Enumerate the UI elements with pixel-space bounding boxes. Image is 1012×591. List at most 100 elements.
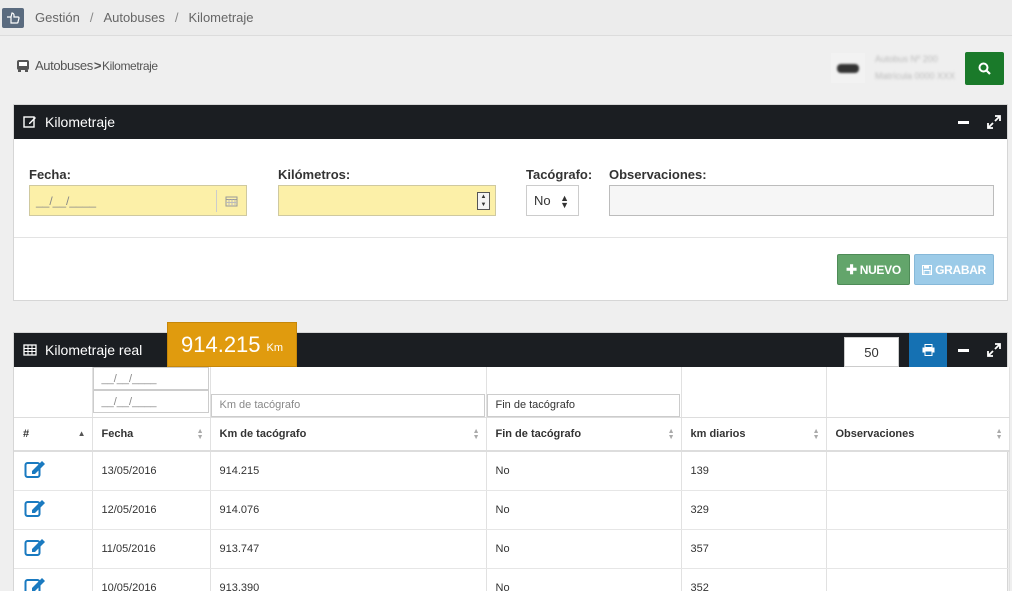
grabar-button[interactable]: GRABAR [914, 254, 994, 285]
observaciones-label: Observaciones: [609, 167, 707, 182]
edit-icon[interactable] [24, 498, 46, 518]
km-total-badge: 914.215 Km [167, 322, 297, 367]
fecha-input-placeholder: __/__/____ [36, 193, 97, 208]
edit-icon[interactable] [24, 459, 46, 479]
row-km: 914.076 [210, 490, 487, 530]
row-diarios: 329 [681, 490, 827, 530]
sort-icon: ▲ ▼ [812, 427, 820, 441]
fin-tacografo-filter[interactable]: Fin de tacógrafo [486, 393, 680, 417]
table-row: 12/05/2016 914.076 No 329 [14, 490, 1010, 530]
table-row: 13/05/2016 914.215 No 139 [14, 451, 1010, 491]
filter-cell-fecha: __/__/____ __/__/____ [92, 367, 211, 418]
nuevo-button[interactable]: ✚ NUEVO [837, 254, 910, 285]
row-edit-cell [14, 451, 93, 491]
filter-cell-fin: Fin de tacógrafo [486, 367, 682, 418]
collapse-icon[interactable] [958, 348, 969, 352]
top-breadcrumb-bar: Gestión / Autobuses / Kilometraje [0, 0, 1012, 36]
page-title: Autobuses > Kilometraje [16, 58, 158, 73]
table-row: 11/05/2016 913.747 No 357 [14, 529, 1010, 569]
row-obs [826, 529, 1010, 569]
filter-cell-obs [826, 367, 1010, 418]
form-panel-title: Kilometraje [45, 114, 116, 130]
form-fields: Fecha: __/__/____ Kilómetros: ▲ ▼ Tacógra… [14, 139, 1007, 238]
form-panel-header: Kilometraje [14, 105, 1007, 139]
subheader-crumb-kilometraje: Kilometraje [102, 58, 158, 73]
fecha-label: Fecha: [29, 167, 71, 182]
page-size-input[interactable]: 50 [844, 337, 899, 367]
filter-cell-diarios [681, 367, 827, 418]
row-edit-cell [14, 529, 93, 569]
collapse-icon[interactable] [958, 120, 969, 124]
tacografo-select-value: No [534, 193, 551, 208]
edit-icon[interactable] [24, 576, 46, 591]
column-header-fin[interactable]: Fin de tacógrafo ▲ ▼ [486, 417, 682, 452]
table-panel-title: Kilometraje real [45, 342, 143, 358]
row-fecha: 13/05/2016 [92, 451, 211, 491]
sort-icon: ▲ ▼ [995, 427, 1003, 441]
nuevo-button-label: NUEVO [859, 262, 901, 277]
kilometraje-form-panel: Kilometraje Fecha: __/__/____ Kilómetros… [13, 104, 1008, 301]
table-row: 10/05/2016 913.390 No 352 [14, 568, 1010, 591]
row-km: 913.390 [210, 568, 487, 591]
table-header-row: # ▲ Fecha ▲ ▼ Km de tacógrafo ▲ ▼ Fin de tacó… [14, 417, 1010, 452]
row-edit-cell [14, 490, 93, 530]
filter-row: __/__/____ __/__/____ Km de tacógrafo Fi… [14, 367, 1010, 418]
row-fin: No [486, 490, 682, 530]
observaciones-input[interactable] [609, 185, 994, 216]
row-fecha: 11/05/2016 [92, 529, 211, 569]
number-stepper-icon[interactable]: ▲ ▼ [477, 192, 490, 210]
search-icon [978, 62, 991, 75]
row-fin: No [486, 529, 682, 569]
sort-icon: ▲ ▼ [667, 427, 675, 441]
column-header-index[interactable]: # ▲ [14, 417, 93, 452]
plus-icon: ✚ [846, 261, 857, 277]
km-total-unit: Km [266, 341, 284, 354]
tacografo-select[interactable]: No ▲ ▼ [526, 185, 579, 216]
tacografo-label: Tacógrafo: [526, 167, 593, 182]
row-fecha: 12/05/2016 [92, 490, 211, 530]
expand-icon[interactable] [987, 343, 1001, 357]
column-header-km[interactable]: Km de tacógrafo ▲ ▼ [210, 417, 487, 452]
kilometros-label: Kilómetros: [278, 167, 351, 182]
vehicle-details-blurred: Autobus Nº 200 Matrícula 0000 XXX [874, 54, 955, 81]
breadcrumb-autobuses[interactable]: Autobuses [103, 10, 164, 25]
printer-icon [922, 344, 934, 356]
expand-icon[interactable] [987, 115, 1001, 129]
sort-icon: ▲ ▼ [472, 427, 480, 441]
search-button[interactable] [965, 51, 1004, 85]
fecha-to-filter[interactable]: __/__/____ [92, 390, 209, 413]
column-header-observaciones[interactable]: Observaciones ▲ ▼ [826, 417, 1010, 452]
breadcrumb: Gestión / Autobuses / Kilometraje [35, 10, 254, 25]
km-total-value: 914.215 [181, 331, 261, 357]
breadcrumb-gestion[interactable]: Gestión [35, 10, 80, 25]
calendar-icon[interactable] [216, 190, 246, 212]
km-filter[interactable]: Km de tacógrafo [210, 393, 485, 417]
table-panel-header: Kilometraje real 50 [14, 333, 1007, 367]
row-obs [826, 490, 1010, 530]
sort-icon: ▲ ▼ [196, 427, 204, 441]
row-diarios: 357 [681, 529, 827, 569]
form-actions: ✚ NUEVO GRABAR [14, 238, 1007, 299]
row-obs [826, 568, 1010, 591]
edit-icon[interactable] [24, 537, 46, 557]
breadcrumb-kilometraje: Kilometraje [188, 10, 254, 25]
filter-cell-index [14, 367, 93, 418]
row-fin: No [486, 451, 682, 491]
column-header-diarios[interactable]: km diarios ▲ ▼ [681, 417, 827, 452]
table-icon [23, 344, 37, 356]
subheader-crumb-autobuses[interactable]: Autobuses [35, 58, 93, 73]
row-km: 914.215 [210, 451, 487, 491]
fecha-input[interactable]: __/__/____ [29, 185, 247, 216]
print-button[interactable] [909, 333, 947, 367]
edit-icon [23, 116, 36, 128]
fecha-from-filter[interactable]: __/__/____ [92, 367, 209, 390]
column-header-fecha[interactable]: Fecha ▲ ▼ [92, 417, 211, 452]
chevron-right-icon: > [93, 58, 102, 73]
kilometros-input[interactable]: ▲ ▼ [278, 185, 496, 216]
sort-arrows-icon: ▲ ▼ [560, 193, 569, 210]
row-diarios: 139 [681, 451, 827, 491]
hand-pointer-icon[interactable] [2, 7, 24, 28]
filter-cell-km: Km de tacógrafo [210, 367, 487, 418]
row-km: 913.747 [210, 529, 487, 569]
sort-asc-icon: ▲ [77, 428, 86, 438]
